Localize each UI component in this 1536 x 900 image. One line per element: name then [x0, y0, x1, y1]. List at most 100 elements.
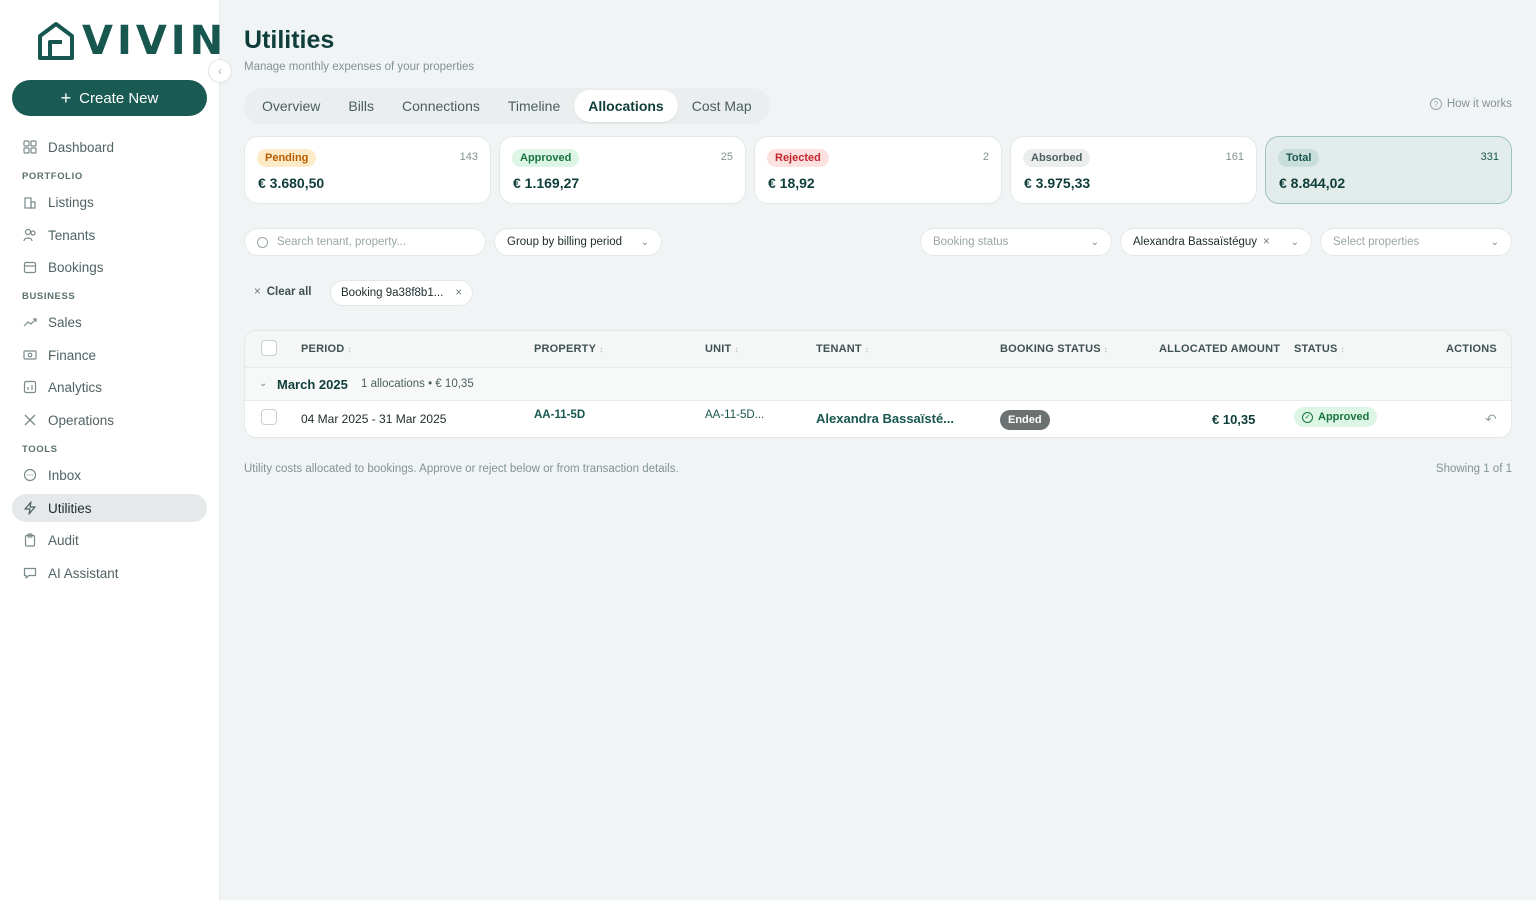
sidebar-item-utilities[interactable]: Utilities [12, 494, 207, 522]
column-label: PERIOD [301, 343, 345, 355]
sidebar-item-label: Finance [48, 347, 97, 363]
status-badge: Total [1278, 149, 1320, 167]
tools-icon [22, 412, 38, 428]
group-row-march-2025[interactable]: ⌄ March 2025 1 allocations • € 10,35 [245, 368, 1511, 401]
sidebar-item-label: Dashboard [48, 139, 115, 155]
help-icon: ? [1429, 98, 1442, 110]
create-new-button[interactable]: + Create New [12, 80, 207, 116]
select-all-checkbox[interactable] [261, 340, 277, 356]
page-subtitle: Manage monthly expenses of your properti… [244, 61, 475, 73]
sidebar-item-bookings[interactable]: Bookings [12, 253, 207, 281]
table-header: PERIOD ↕ PROPERTY ↕ UNIT ↕ TENANT ↕ BOOKING … [245, 331, 1511, 368]
column-header-actions: ACTIONS [1446, 343, 1497, 355]
chevron-down-icon: ⌄ [1290, 236, 1299, 248]
how-it-works-link[interactable]: ? How it works [1429, 98, 1512, 110]
period-cell: 04 Mar 2025 - 31 Mar 2025 [301, 412, 447, 426]
brand-wordmark: VIVIN [82, 18, 228, 64]
booking-status-select[interactable]: Booking status ⌄ [920, 228, 1112, 256]
sidebar-item-finance[interactable]: Finance [12, 341, 207, 369]
sidebar-item-dashboard[interactable]: Dashboard [12, 133, 207, 161]
clear-tenant-icon[interactable]: × [1263, 236, 1270, 248]
search-input[interactable]: Search tenant, property... [244, 228, 486, 256]
column-label: BOOKING STATUS [1000, 343, 1101, 355]
sidebar-item-audit[interactable]: Audit [12, 526, 207, 554]
sort-icon: ↕ [1103, 345, 1108, 354]
tab-allocations[interactable]: Allocations [574, 90, 678, 122]
section-label-tools: TOOLS [22, 444, 58, 455]
column-header-booking-status[interactable]: BOOKING STATUS ↕ [1000, 343, 1108, 355]
sidebar-item-ai-assistant[interactable]: AI Assistant [12, 559, 207, 587]
tab-timeline[interactable]: Timeline [494, 90, 574, 122]
unit-link[interactable]: AA-11-5D... [705, 409, 764, 421]
building-icon [22, 194, 38, 210]
property-link[interactable]: AA-11-5D [534, 409, 585, 421]
sidebar-item-label: Listings [48, 194, 94, 210]
tab-cost-map[interactable]: Cost Map [678, 90, 766, 122]
check-circle-icon: ✓ [1302, 411, 1313, 423]
table-footer-note: Utility costs allocated to bookings. App… [244, 463, 679, 475]
group-by-select[interactable]: Group by billing period ⌄ [494, 228, 662, 256]
column-header-unit[interactable]: UNIT ↕ [705, 343, 739, 355]
collapse-sidebar-button[interactable]: ‹ [208, 59, 232, 83]
sidebar-item-sales[interactable]: Sales [12, 308, 207, 336]
tenant-selected-value: Alexandra Bassaïstéguy [1133, 236, 1258, 248]
banknote-icon [22, 347, 38, 363]
section-label-business: BUSINESS [22, 291, 76, 302]
trending-up-icon [22, 314, 38, 330]
tenant-select[interactable]: Alexandra Bassaïstéguy × ⌄ [1120, 228, 1312, 256]
close-icon: × [254, 286, 261, 298]
tenant-link[interactable]: Alexandra Bassaïsté... [816, 411, 954, 426]
clipboard-icon [22, 532, 38, 548]
stat-count: 25 [720, 151, 733, 163]
stat-count: 2 [982, 151, 989, 163]
sidebar-item-listings[interactable]: Listings [12, 188, 207, 216]
tab-overview[interactable]: Overview [248, 90, 334, 122]
column-header-tenant[interactable]: TENANT ↕ [816, 343, 869, 355]
booking-status-badge: Ended [1000, 410, 1050, 430]
sort-icon: ↕ [1340, 345, 1345, 354]
sidebar-item-tenants[interactable]: Tenants [12, 221, 207, 249]
sidebar-item-analytics[interactable]: Analytics [12, 373, 207, 401]
filter-chip-booking[interactable]: Booking 9a38f8b1... × [330, 280, 474, 306]
stat-card-approved[interactable]: Approved 25 € 1.169,27 [499, 136, 746, 204]
sidebar-item-operations[interactable]: Operations [12, 406, 207, 434]
tab-bills[interactable]: Bills [334, 90, 388, 122]
tab-connections[interactable]: Connections [388, 90, 494, 122]
stat-amount: € 8.844,02 [1279, 175, 1346, 191]
page-title: Utilities [244, 26, 335, 54]
column-label: UNIT [705, 343, 732, 355]
column-label: TENANT [816, 343, 862, 355]
sidebar-item-inbox[interactable]: Inbox [12, 461, 207, 489]
stat-card-total[interactable]: Total 331 € 8.844,02 [1265, 136, 1512, 204]
column-header-period[interactable]: PERIOD ↕ [301, 343, 352, 355]
close-icon[interactable]: × [455, 287, 462, 299]
column-header-allocated-amount[interactable]: ALLOCATED AMOUNT [1159, 343, 1280, 355]
status-badge: Approved [512, 149, 580, 167]
sort-icon: ↕ [599, 345, 604, 354]
status-label: Approved [1318, 411, 1370, 423]
chevron-down-icon: ⌄ [640, 236, 649, 248]
stat-amount: € 3.680,50 [258, 175, 325, 191]
create-new-label: Create New [79, 89, 159, 107]
bolt-icon [22, 500, 38, 516]
brand-logo[interactable]: VIVIN [36, 20, 227, 62]
tab-bar: Overview Bills Connections Timeline Allo… [244, 88, 770, 124]
row-checkbox[interactable] [261, 409, 277, 425]
search-icon [257, 236, 268, 248]
status-badge: ✓ Approved [1294, 407, 1378, 427]
column-header-property[interactable]: PROPERTY ↕ [534, 343, 603, 355]
sidebar-item-label: Bookings [48, 259, 104, 275]
sort-icon: ↕ [734, 345, 739, 354]
clear-all-filters-button[interactable]: × Clear all [254, 286, 311, 298]
allocated-amount-cell: € 10,35 [1212, 412, 1256, 427]
properties-select[interactable]: Select properties ⌄ [1320, 228, 1512, 256]
column-header-status[interactable]: STATUS ↕ [1294, 343, 1345, 355]
stat-card-pending[interactable]: Pending 143 € 3.680,50 [244, 136, 491, 204]
sidebar-item-label: Audit [48, 532, 79, 548]
chevron-down-icon[interactable]: ⌄ [259, 378, 267, 389]
stat-card-absorbed[interactable]: Absorbed 161 € 3.975,33 [1010, 136, 1257, 204]
undo-icon[interactable]: ↶ [1485, 411, 1497, 428]
stat-card-rejected[interactable]: Rejected 2 € 18,92 [754, 136, 1002, 204]
stat-amount: € 1.169,27 [513, 175, 580, 191]
status-badge: Absorbed [1023, 149, 1091, 167]
